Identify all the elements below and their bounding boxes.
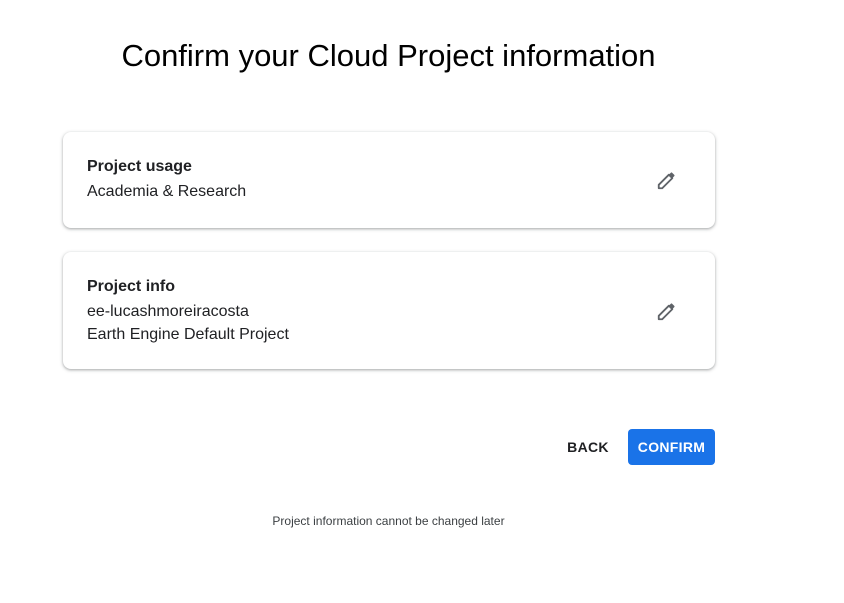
project-usage-label: Project usage xyxy=(87,158,192,175)
project-info-content: Project info ee-lucashmoreiracosta Earth… xyxy=(87,277,289,346)
project-info-label: Project info xyxy=(87,278,176,295)
project-id-value: ee-lucashmoreiracosta xyxy=(87,303,249,320)
footnote-text: Project information cannot be changed la… xyxy=(272,514,505,528)
project-usage-content: Project usage Academia & Research xyxy=(87,157,246,203)
project-name-value: Earth Engine Default Project xyxy=(87,326,289,343)
confirm-button[interactable]: CONFIRM xyxy=(628,429,715,465)
pencil-icon xyxy=(657,303,675,321)
back-button[interactable]: BACK xyxy=(556,429,620,465)
confirm-project-page: Confirm your Cloud Project information P… xyxy=(0,0,844,603)
edit-project-info-button[interactable] xyxy=(655,299,679,323)
pencil-icon xyxy=(657,172,675,190)
edit-project-usage-button[interactable] xyxy=(655,168,679,192)
project-usage-value: Academia & Research xyxy=(87,183,247,200)
project-usage-card: Project usage Academia & Research xyxy=(63,132,715,228)
project-info-card: Project info ee-lucashmoreiracosta Earth… xyxy=(63,252,715,369)
page-title: Confirm your Cloud Project information xyxy=(121,38,656,73)
